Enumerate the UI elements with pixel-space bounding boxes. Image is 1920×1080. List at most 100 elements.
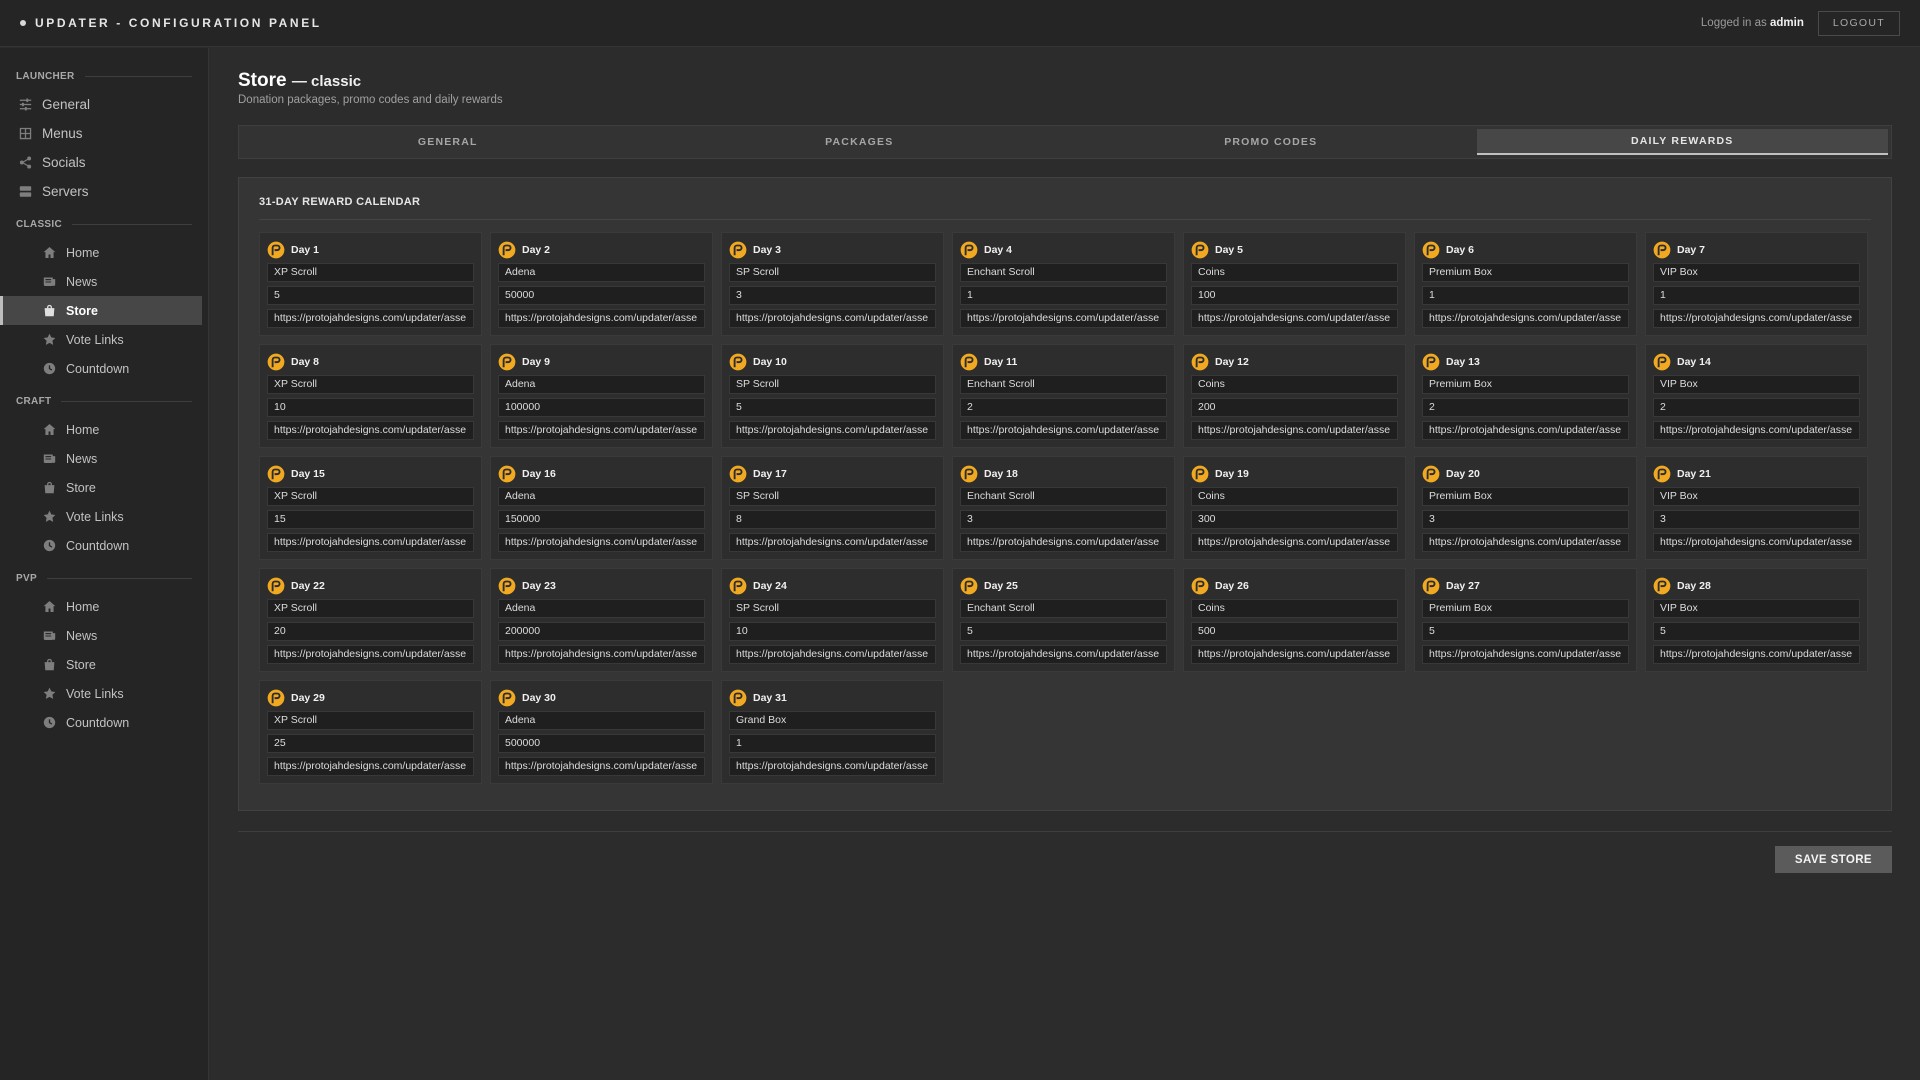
reward-image-url-input[interactable]: https://protojahdesigns.com/updater/asse (729, 421, 936, 440)
reward-amount-input[interactable]: 3 (1422, 510, 1629, 529)
sidebar-item-craft-countdown[interactable]: Countdown (0, 531, 202, 560)
reward-item-input[interactable]: Premium Box (1422, 375, 1629, 394)
reward-image-url-input[interactable]: https://protojahdesigns.com/updater/asse (1653, 309, 1860, 328)
reward-item-input[interactable]: VIP Box (1653, 487, 1860, 506)
reward-image-url-input[interactable]: https://protojahdesigns.com/updater/asse (1653, 533, 1860, 552)
reward-image-url-input[interactable]: https://protojahdesigns.com/updater/asse (1653, 421, 1860, 440)
reward-item-input[interactable]: VIP Box (1653, 375, 1860, 394)
reward-item-input[interactable]: XP Scroll (267, 599, 474, 618)
reward-amount-input[interactable]: 2 (960, 398, 1167, 417)
reward-amount-input[interactable]: 50000 (498, 286, 705, 305)
tab-packages[interactable]: PACKAGES (654, 129, 1066, 155)
sidebar-item-launcher-menus[interactable]: Menus (0, 119, 202, 148)
save-store-button[interactable]: SAVE STORE (1774, 846, 1892, 873)
reward-amount-input[interactable]: 1 (960, 286, 1167, 305)
reward-amount-input[interactable]: 100000 (498, 398, 705, 417)
reward-amount-input[interactable]: 200 (1191, 398, 1398, 417)
reward-image-url-input[interactable]: https://protojahdesigns.com/updater/asse (267, 757, 474, 776)
reward-image-url-input[interactable]: https://protojahdesigns.com/updater/asse (1191, 645, 1398, 664)
reward-item-input[interactable]: XP Scroll (267, 375, 474, 394)
reward-image-url-input[interactable]: https://protojahdesigns.com/updater/asse (1422, 309, 1629, 328)
reward-amount-input[interactable]: 2 (1422, 398, 1629, 417)
reward-item-input[interactable]: Coins (1191, 263, 1398, 282)
reward-item-input[interactable]: Adena (498, 375, 705, 394)
reward-item-input[interactable]: Coins (1191, 375, 1398, 394)
reward-image-url-input[interactable]: https://protojahdesigns.com/updater/asse (498, 533, 705, 552)
reward-item-input[interactable]: SP Scroll (729, 599, 936, 618)
reward-image-url-input[interactable]: https://protojahdesigns.com/updater/asse (729, 757, 936, 776)
reward-item-input[interactable]: XP Scroll (267, 263, 474, 282)
sidebar-item-launcher-general[interactable]: General (0, 90, 202, 119)
reward-item-input[interactable]: VIP Box (1653, 599, 1860, 618)
reward-amount-input[interactable]: 3 (960, 510, 1167, 529)
reward-amount-input[interactable]: 500000 (498, 734, 705, 753)
reward-image-url-input[interactable]: https://protojahdesigns.com/updater/asse (1191, 533, 1398, 552)
reward-image-url-input[interactable]: https://protojahdesigns.com/updater/asse (960, 421, 1167, 440)
reward-image-url-input[interactable]: https://protojahdesigns.com/updater/asse (267, 533, 474, 552)
reward-image-url-input[interactable]: https://protojahdesigns.com/updater/asse (729, 309, 936, 328)
reward-item-input[interactable]: Enchant Scroll (960, 263, 1167, 282)
reward-image-url-input[interactable]: https://protojahdesigns.com/updater/asse (267, 309, 474, 328)
sidebar-item-craft-vote-links[interactable]: Vote Links (0, 502, 202, 531)
reward-amount-input[interactable]: 5 (729, 398, 936, 417)
tab-daily-rewards[interactable]: DAILY REWARDS (1476, 129, 1888, 155)
reward-amount-input[interactable]: 5 (1653, 622, 1860, 641)
tab-promo-codes[interactable]: PROMO CODES (1065, 129, 1477, 155)
reward-amount-input[interactable]: 150000 (498, 510, 705, 529)
sidebar-item-craft-home[interactable]: Home (0, 415, 202, 444)
reward-amount-input[interactable]: 100 (1191, 286, 1398, 305)
reward-amount-input[interactable]: 10 (729, 622, 936, 641)
reward-item-input[interactable]: XP Scroll (267, 711, 474, 730)
reward-amount-input[interactable]: 1 (1422, 286, 1629, 305)
reward-image-url-input[interactable]: https://protojahdesigns.com/updater/asse (498, 757, 705, 776)
reward-item-input[interactable]: Adena (498, 711, 705, 730)
reward-image-url-input[interactable]: https://protojahdesigns.com/updater/asse (1422, 533, 1629, 552)
sidebar-item-launcher-servers[interactable]: Servers (0, 177, 202, 206)
reward-item-input[interactable]: Enchant Scroll (960, 487, 1167, 506)
reward-image-url-input[interactable]: https://protojahdesigns.com/updater/asse (1653, 645, 1860, 664)
reward-image-url-input[interactable]: https://protojahdesigns.com/updater/asse (498, 421, 705, 440)
reward-item-input[interactable]: Grand Box (729, 711, 936, 730)
reward-image-url-input[interactable]: https://protojahdesigns.com/updater/asse (267, 645, 474, 664)
logout-button[interactable]: LOGOUT (1817, 10, 1900, 36)
sidebar-item-craft-store[interactable]: Store (0, 473, 202, 502)
reward-image-url-input[interactable]: https://protojahdesigns.com/updater/asse (1191, 309, 1398, 328)
sidebar-item-pvp-vote-links[interactable]: Vote Links (0, 679, 202, 708)
reward-image-url-input[interactable]: https://protojahdesigns.com/updater/asse (729, 645, 936, 664)
reward-item-input[interactable]: Premium Box (1422, 263, 1629, 282)
reward-image-url-input[interactable]: https://protojahdesigns.com/updater/asse (960, 645, 1167, 664)
reward-amount-input[interactable]: 10 (267, 398, 474, 417)
reward-item-input[interactable]: Enchant Scroll (960, 599, 1167, 618)
reward-amount-input[interactable]: 3 (1653, 510, 1860, 529)
reward-image-url-input[interactable]: https://protojahdesigns.com/updater/asse (960, 533, 1167, 552)
reward-item-input[interactable]: Coins (1191, 487, 1398, 506)
reward-amount-input[interactable]: 2 (1653, 398, 1860, 417)
reward-amount-input[interactable]: 3 (729, 286, 936, 305)
reward-image-url-input[interactable]: https://protojahdesigns.com/updater/asse (1191, 421, 1398, 440)
reward-item-input[interactable]: Coins (1191, 599, 1398, 618)
reward-amount-input[interactable]: 5 (267, 286, 474, 305)
sidebar-item-pvp-store[interactable]: Store (0, 650, 202, 679)
reward-image-url-input[interactable]: https://protojahdesigns.com/updater/asse (1422, 645, 1629, 664)
reward-item-input[interactable]: Premium Box (1422, 599, 1629, 618)
reward-amount-input[interactable]: 15 (267, 510, 474, 529)
reward-amount-input[interactable]: 300 (1191, 510, 1398, 529)
sidebar-item-launcher-socials[interactable]: Socials (0, 148, 202, 177)
reward-item-input[interactable]: XP Scroll (267, 487, 474, 506)
reward-image-url-input[interactable]: https://protojahdesigns.com/updater/asse (267, 421, 474, 440)
sidebar-item-classic-vote-links[interactable]: Vote Links (0, 325, 202, 354)
sidebar-item-classic-store[interactable]: Store (0, 296, 202, 325)
sidebar-item-pvp-news[interactable]: News (0, 621, 202, 650)
reward-image-url-input[interactable]: https://protojahdesigns.com/updater/asse (960, 309, 1167, 328)
reward-item-input[interactable]: VIP Box (1653, 263, 1860, 282)
reward-item-input[interactable]: SP Scroll (729, 263, 936, 282)
reward-amount-input[interactable]: 5 (1422, 622, 1629, 641)
reward-amount-input[interactable]: 500 (1191, 622, 1398, 641)
reward-amount-input[interactable]: 25 (267, 734, 474, 753)
reward-item-input[interactable]: Enchant Scroll (960, 375, 1167, 394)
sidebar-item-classic-home[interactable]: Home (0, 238, 202, 267)
reward-image-url-input[interactable]: https://protojahdesigns.com/updater/asse (498, 309, 705, 328)
reward-item-input[interactable]: SP Scroll (729, 487, 936, 506)
reward-amount-input[interactable]: 8 (729, 510, 936, 529)
tab-general[interactable]: GENERAL (242, 129, 654, 155)
